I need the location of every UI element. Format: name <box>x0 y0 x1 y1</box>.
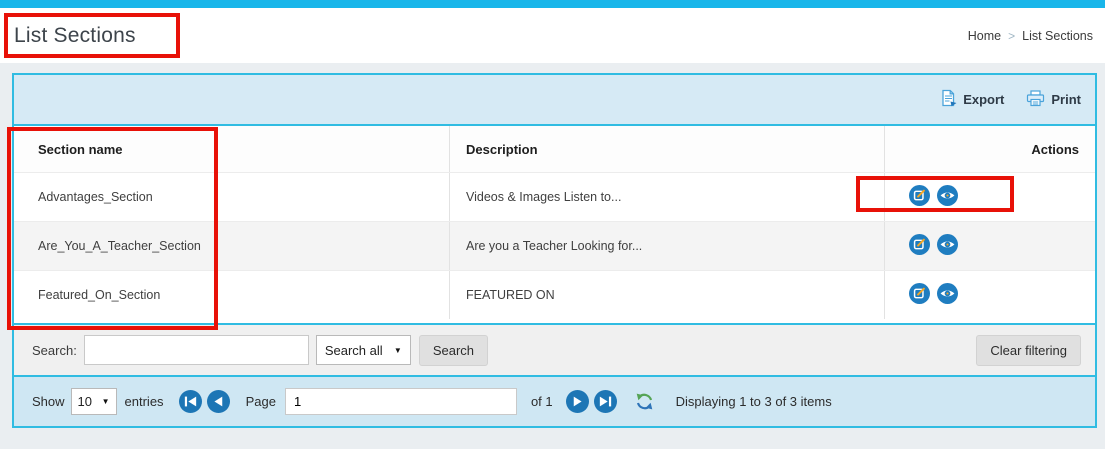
printer-icon <box>1026 90 1045 110</box>
export-label: Export <box>963 92 1004 107</box>
table-row: Featured_On_Section FEATURED ON <box>14 270 1095 319</box>
last-page-button[interactable] <box>594 390 617 413</box>
page-title: List Sections <box>14 24 136 48</box>
search-input[interactable] <box>84 335 309 365</box>
description-cell: Videos & Images Listen to... <box>449 173 884 221</box>
pagination-bar: Show 10 ▼ entries Page of 1 <box>14 375 1095 426</box>
breadcrumb-current: List Sections <box>1022 29 1093 43</box>
table-row: Advantages_Section Videos & Images Liste… <box>14 172 1095 221</box>
page-label: Page <box>246 394 276 409</box>
breadcrumb-home[interactable]: Home <box>968 29 1001 43</box>
refresh-icon <box>635 399 654 414</box>
description-cell: FEATURED ON <box>449 271 884 319</box>
next-page-icon <box>566 390 589 413</box>
edit-pencil-icon <box>909 234 930 258</box>
table-row: Are_You_A_Teacher_Section Are you a Teac… <box>14 221 1095 270</box>
panel-toolbar: Export Print <box>14 75 1095 124</box>
table-header-row: Section name Description Actions <box>14 126 1095 172</box>
view-action-button[interactable] <box>937 236 958 257</box>
actions-cell <box>884 173 1095 221</box>
column-header-description: Description <box>449 126 884 172</box>
previous-page-icon <box>207 390 230 413</box>
sections-panel: Export Print Section name Description <box>12 73 1097 428</box>
section-name-cell: Are_You_A_Teacher_Section <box>14 222 449 270</box>
eye-icon <box>937 283 958 307</box>
search-scope-value: Search all <box>325 343 383 358</box>
edit-pencil-icon <box>909 185 930 209</box>
entries-per-page-value: 10 <box>78 394 92 409</box>
search-label: Search: <box>32 343 77 358</box>
page-number-input[interactable] <box>285 388 517 415</box>
caret-down-icon: ▼ <box>394 346 402 355</box>
description-cell: Are you a Teacher Looking for... <box>449 222 884 270</box>
edit-action-button[interactable] <box>909 285 930 306</box>
clear-filtering-button[interactable]: Clear filtering <box>976 335 1081 366</box>
search-scope-select[interactable]: Search all ▼ <box>316 335 411 365</box>
caret-down-icon: ▼ <box>102 397 110 406</box>
view-action-button[interactable] <box>937 187 958 208</box>
document-export-icon <box>940 89 957 110</box>
view-action-button[interactable] <box>937 285 958 306</box>
previous-page-button[interactable] <box>207 390 230 413</box>
search-bar: Search: Search all ▼ Search Clear filter… <box>14 323 1095 375</box>
breadcrumb: Home > List Sections <box>968 29 1093 43</box>
first-page-icon <box>179 390 202 413</box>
column-header-section-name: Section name <box>14 126 449 172</box>
eye-icon <box>937 234 958 258</box>
breadcrumb-separator-icon: > <box>1008 29 1015 43</box>
section-name-cell: Advantages_Section <box>14 173 449 221</box>
actions-cell <box>884 271 1095 319</box>
edit-pencil-icon <box>909 283 930 307</box>
print-button[interactable]: Print <box>1026 90 1081 110</box>
next-page-button[interactable] <box>566 390 589 413</box>
eye-icon <box>937 185 958 209</box>
actions-cell <box>884 222 1095 270</box>
list-sections-page: List Sections Home > List Sections Expor… <box>0 0 1105 449</box>
column-header-actions: Actions <box>884 126 1095 172</box>
last-page-icon <box>594 390 617 413</box>
entries-per-page-select[interactable]: 10 ▼ <box>71 388 117 415</box>
page-count-label: of 1 <box>531 394 553 409</box>
page-header: List Sections Home > List Sections <box>0 8 1105 63</box>
print-label: Print <box>1051 92 1081 107</box>
edit-action-button[interactable] <box>909 236 930 257</box>
show-label: Show <box>32 394 65 409</box>
displaying-status: Displaying 1 to 3 of 3 items <box>676 394 832 409</box>
entries-label: entries <box>125 394 164 409</box>
search-button[interactable]: Search <box>419 335 488 366</box>
first-page-button[interactable] <box>179 390 202 413</box>
refresh-button[interactable] <box>635 392 654 411</box>
section-name-cell: Featured_On_Section <box>14 271 449 319</box>
edit-action-button[interactable] <box>909 187 930 208</box>
export-button[interactable]: Export <box>940 89 1004 110</box>
sections-table: Section name Description Actions Advanta… <box>14 124 1095 323</box>
top-accent-bar <box>0 0 1105 8</box>
